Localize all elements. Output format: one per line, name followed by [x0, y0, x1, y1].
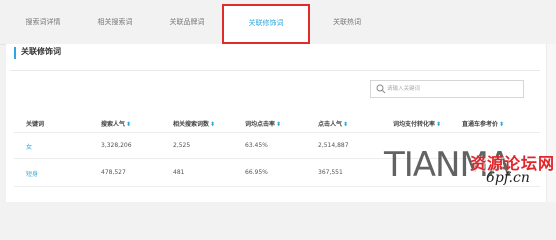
keyword-search-box: [370, 80, 524, 98]
column-header-label: 点击人气: [318, 121, 343, 128]
column-header-label: 关键词: [26, 121, 45, 128]
column-header-label: 词均点击率: [245, 121, 276, 128]
sort-caret-icon[interactable]: ⬍: [210, 121, 215, 128]
column-header-label: 词均支付转化率: [393, 121, 436, 128]
column-header-related-count[interactable]: 相关搜索词数⬍: [173, 119, 215, 128]
click-popularity-cell: 2,514,887: [318, 142, 349, 149]
keyword-search-input[interactable]: [387, 82, 519, 96]
ctr-cell: 66.95%: [245, 169, 268, 176]
column-header-ref-price[interactable]: 直通车参考价⬍: [462, 119, 504, 128]
sort-caret-icon[interactable]: ⬍: [126, 121, 131, 128]
ctr-cell: 63.45%: [245, 142, 268, 149]
column-header-label: 搜索人气: [101, 121, 126, 128]
tab-label: 搜索词详情: [25, 18, 61, 26]
keyword-link[interactable]: 短身: [26, 169, 38, 178]
sort-caret-icon[interactable]: ⬍: [499, 121, 504, 128]
tab-related-modifier-terms[interactable]: 关联修饰词: [226, 9, 306, 37]
search-popularity-cell: 478,527: [101, 169, 126, 176]
column-header-search-popularity[interactable]: 搜索人气⬍: [101, 119, 131, 128]
tab-label: 关联修饰词: [248, 19, 284, 27]
column-header-ctr[interactable]: 词均点击率⬍: [245, 119, 281, 128]
section-divider: [10, 70, 540, 71]
vertical-scrollbar[interactable]: [546, 44, 556, 202]
tab-label: 关联品牌词: [169, 18, 205, 26]
section-title: 关联修饰词: [21, 47, 61, 56]
watermark-url: 6pf.cn: [486, 170, 530, 186]
column-header-click-popularity[interactable]: 点击人气⬍: [318, 119, 348, 128]
tab-related-brand-terms[interactable]: 关联品牌词: [152, 12, 222, 32]
keyword-link[interactable]: 女: [26, 142, 32, 151]
search-icon[interactable]: [376, 84, 386, 94]
click-popularity-cell: 367,551: [318, 169, 343, 176]
tab-related-hot-terms[interactable]: 关联热词: [312, 12, 382, 32]
tab-bar: 搜索词详情 相关搜索词 关联品牌词 关联修饰词 关联热词: [0, 0, 556, 45]
table-header-divider: [14, 132, 540, 133]
sort-caret-icon[interactable]: ⬍: [343, 121, 348, 128]
column-header-conversion[interactable]: 词均支付转化率⬍: [393, 119, 441, 128]
tab-label: 相关搜索词: [97, 18, 133, 26]
related-count-cell: 481: [173, 169, 185, 176]
column-header-keyword: 关键词: [26, 119, 44, 128]
sort-caret-icon[interactable]: ⬍: [436, 121, 441, 128]
column-header-label: 相关搜索词数: [173, 121, 210, 128]
tab-related-search-terms[interactable]: 相关搜索词: [80, 12, 150, 32]
table-row-divider: [14, 186, 540, 187]
column-header-label: 直通车参考价: [462, 121, 499, 128]
section-marker: [14, 47, 16, 59]
tab-search-term-details[interactable]: 搜索词详情: [8, 12, 78, 32]
search-popularity-cell: 3,328,206: [101, 142, 132, 149]
tab-label: 关联热词: [333, 18, 361, 26]
sort-caret-icon[interactable]: ⬍: [276, 121, 281, 128]
related-count-cell: 2,525: [173, 142, 191, 149]
